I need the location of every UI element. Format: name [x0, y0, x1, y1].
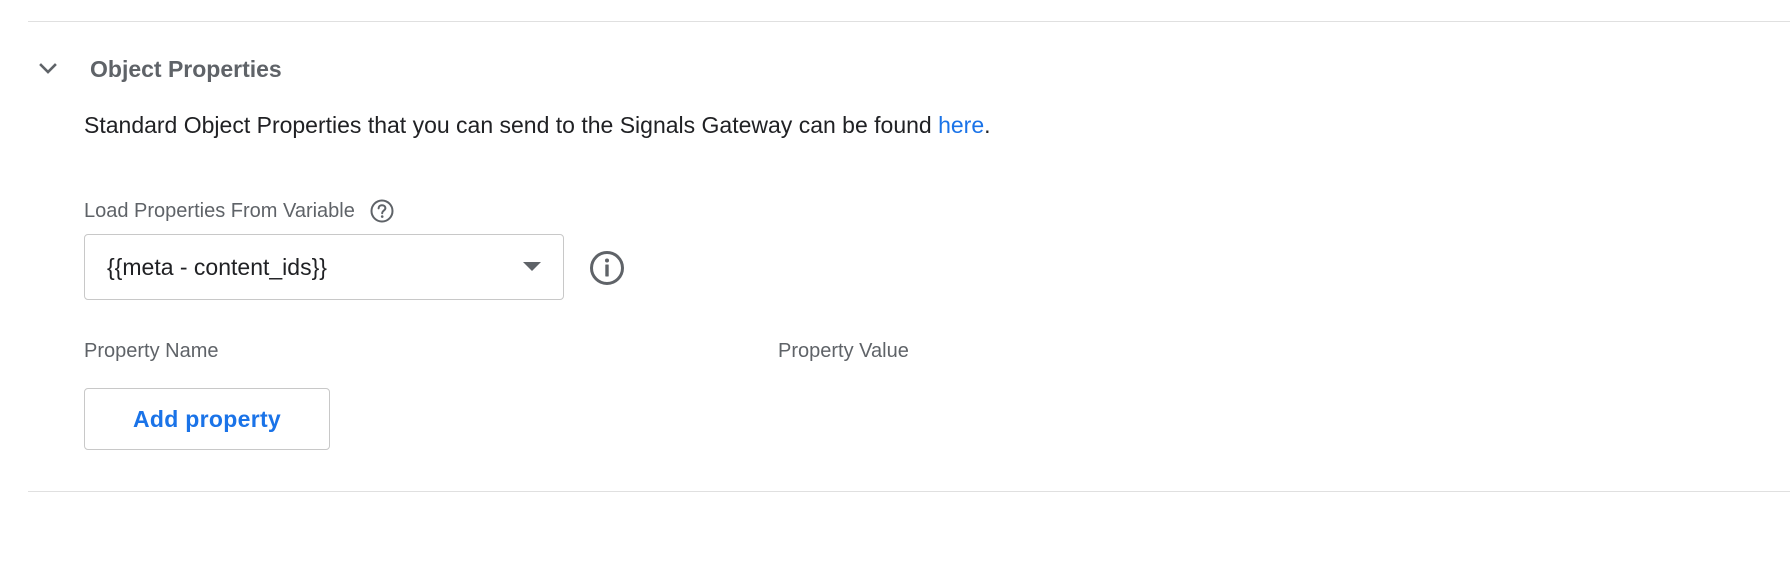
section-header-object-properties[interactable]: Object Properties: [34, 52, 282, 86]
load-properties-label: Load Properties From Variable: [84, 199, 355, 222]
dropdown-arrow-icon: [523, 262, 541, 271]
description-text: Standard Object Properties that you can …: [84, 112, 939, 138]
load-properties-label-row: Load Properties From Variable: [84, 198, 395, 224]
top-divider: [28, 21, 1790, 22]
description-link[interactable]: here: [938, 112, 984, 138]
section-description: Standard Object Properties that you can …: [84, 112, 991, 139]
bottom-divider: [28, 491, 1790, 492]
section-title: Object Properties: [90, 55, 282, 82]
chevron-down-icon[interactable]: [34, 55, 62, 83]
info-circle-icon[interactable]: [589, 250, 625, 286]
help-circle-icon[interactable]: [369, 198, 395, 224]
add-property-button[interactable]: Add property: [84, 388, 330, 450]
load-properties-select[interactable]: {{meta - content_ids}}: [84, 234, 564, 300]
column-header-property-value: Property Value: [778, 340, 909, 362]
selected-variable-value: {{meta - content_ids}}: [107, 253, 327, 280]
description-suffix: .: [984, 112, 991, 138]
column-header-property-name: Property Name: [84, 340, 219, 362]
